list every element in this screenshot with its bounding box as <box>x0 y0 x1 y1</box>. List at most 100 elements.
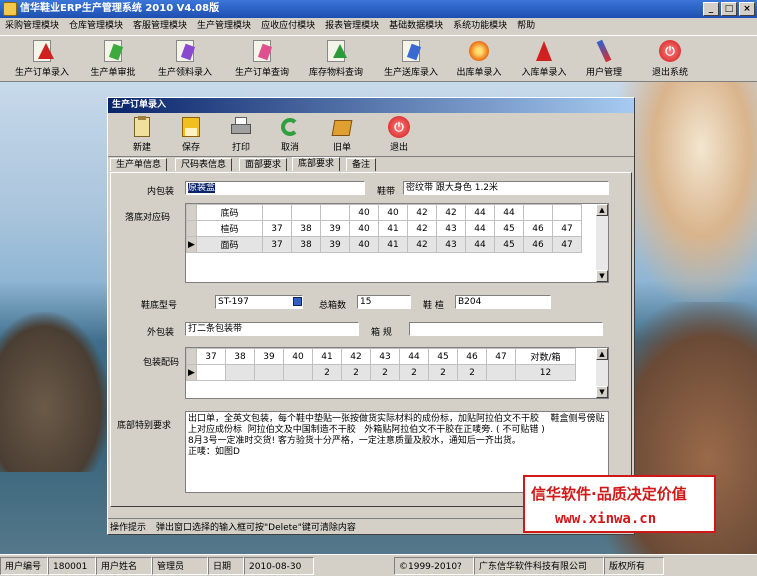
shoelace-field[interactable]: 密纹带 跟大身色 1.2米 <box>403 181 609 195</box>
grid-cell[interactable]: 42 <box>407 236 437 253</box>
document-green-arrow-icon <box>324 39 348 63</box>
close-button[interactable]: × <box>739 2 755 16</box>
grid-cell[interactable]: 2 <box>457 364 487 381</box>
lookup-icon[interactable] <box>293 297 302 306</box>
menu-production[interactable]: 生产管理模块 <box>192 18 256 35</box>
grid-cell[interactable] <box>320 204 350 221</box>
grid-cell[interactable]: 39 <box>320 236 350 253</box>
grid-cell[interactable]: 40 <box>378 204 408 221</box>
grid-cell[interactable]: 44 <box>465 236 495 253</box>
box-spec-field[interactable] <box>409 322 603 336</box>
menu-warehouse[interactable]: 仓库管理模块 <box>64 18 128 35</box>
grid-cell[interactable] <box>523 204 553 221</box>
total-boxes-field[interactable]: 15 <box>357 295 411 309</box>
toolbar-order-query-button[interactable]: 生产订单查询 <box>226 37 298 81</box>
grid-cell[interactable]: 12 <box>515 364 576 381</box>
grid-cell[interactable]: 2 <box>399 364 429 381</box>
user-no-value: 180001 <box>48 557 96 575</box>
grid-cell[interactable]: 40 <box>349 236 379 253</box>
scroll-up-icon[interactable]: ▲ <box>596 204 608 216</box>
menu-system[interactable]: 系统功能模块 <box>448 18 512 35</box>
grid-cell[interactable]: 44 <box>465 220 495 237</box>
grid-cell[interactable]: 44 <box>494 204 524 221</box>
toolbar-stock-query-button[interactable]: 库存物料查询 <box>300 37 372 81</box>
size-grid-scrollbar[interactable]: ▲ ▼ <box>596 204 608 282</box>
app-title: 信华鞋业ERP生产管理系统 2010 V4.08版 <box>20 3 220 14</box>
save-button[interactable]: 保存 <box>169 115 213 155</box>
pack-grid-scrollbar[interactable]: ▲ ▼ <box>596 348 608 398</box>
grid-cell[interactable]: 41 <box>378 236 408 253</box>
tab-size-info[interactable]: 尺码表信息 <box>175 158 233 171</box>
toolbar-approval-button[interactable]: 生产单审批 <box>82 37 144 81</box>
scroll-down-icon[interactable]: ▼ <box>596 270 608 282</box>
grid-cell[interactable]: 38 <box>291 220 321 237</box>
grid-cell[interactable]: 42 <box>407 204 437 221</box>
toolbar-delivery-entry-button[interactable]: 生产送库录入 <box>376 37 446 81</box>
toolbar-user-manage-button[interactable]: 用户管理 <box>580 37 628 81</box>
new-button[interactable]: 新建 <box>120 115 164 155</box>
menu-payables[interactable]: 应收应付模块 <box>256 18 320 35</box>
grid-cell[interactable]: 42 <box>436 204 466 221</box>
scroll-up-icon[interactable]: ▲ <box>596 348 608 360</box>
toolbar-material-button[interactable]: 生产领料录入 <box>150 37 220 81</box>
grid-cell[interactable]: 43 <box>436 236 466 253</box>
grid-cell[interactable] <box>552 204 582 221</box>
grid-cell[interactable]: 37 <box>262 220 292 237</box>
grid-cell[interactable]: 44 <box>465 204 495 221</box>
grid-cell[interactable]: 45 <box>494 236 524 253</box>
old-order-button[interactable]: 旧单 <box>320 115 364 155</box>
print-button[interactable]: 打印 <box>219 115 263 155</box>
grid-cell[interactable]: 2 <box>312 364 342 381</box>
grid-cell[interactable]: 2 <box>341 364 371 381</box>
grid-cell[interactable]: 2 <box>428 364 458 381</box>
app-title-bar: 信华鞋业ERP生产管理系统 2010 V4.08版 _ □ × <box>0 0 757 18</box>
menu-basedata[interactable]: 基础数据模块 <box>384 18 448 35</box>
grid-cell[interactable]: 43 <box>436 220 466 237</box>
menu-reports[interactable]: 报表管理模块 <box>320 18 384 35</box>
toolbar-outbound-button[interactable]: 出库单录入 <box>450 37 508 81</box>
minimize-button[interactable]: _ <box>703 2 719 16</box>
grid-cell[interactable] <box>225 364 255 381</box>
cancel-button[interactable]: 取消 <box>268 115 312 155</box>
last-field[interactable]: B204 <box>455 295 551 309</box>
grid-cell[interactable]: 37 <box>262 236 292 253</box>
grid-cell[interactable]: 46 <box>523 236 553 253</box>
tab-upper-req[interactable]: 面部要求 <box>239 158 288 171</box>
exit-button[interactable]: ⏻ 退出 <box>377 115 421 155</box>
toolbar-order-entry-button[interactable]: 生产订单录入 <box>6 37 78 81</box>
pack-grid: 37 38 39 40 41 42 43 44 45 46 47 对数/箱 ▶ <box>185 347 609 399</box>
menu-purchase[interactable]: 采购管理模块 <box>0 18 64 35</box>
grid-cell[interactable]: 2 <box>370 364 400 381</box>
grid-cell[interactable]: 41 <box>378 220 408 237</box>
toolbar-inbound-button[interactable]: 入库单录入 <box>514 37 574 81</box>
grid-cell[interactable] <box>283 364 313 381</box>
company-name: 广东信华软件科技有限公司 <box>474 557 604 575</box>
sole-model-field[interactable]: ST-197 <box>215 295 303 309</box>
grid-cell[interactable]: 40 <box>349 204 379 221</box>
undo-icon <box>279 116 301 138</box>
user-no-label: 用户编号 <box>0 557 48 575</box>
grid-cell[interactable]: 47 <box>552 236 582 253</box>
grid-cell[interactable] <box>196 364 226 381</box>
tab-bottom-req[interactable]: 底部要求 <box>292 157 341 171</box>
grid-cell[interactable] <box>486 364 516 381</box>
menu-help[interactable]: 帮助 <box>512 18 540 35</box>
outer-pack-field[interactable]: 打二条包装带 <box>185 322 359 336</box>
tab-order-info[interactable]: 生产单信息 <box>110 158 168 171</box>
grid-cell[interactable]: 47 <box>552 220 582 237</box>
menu-customer[interactable]: 客服管理模块 <box>128 18 192 35</box>
grid-cell[interactable] <box>291 204 321 221</box>
grid-cell[interactable]: 39 <box>320 220 350 237</box>
inner-pack-field[interactable]: 原装盒 <box>185 181 365 195</box>
grid-cell[interactable]: 40 <box>349 220 379 237</box>
grid-cell[interactable]: 38 <box>291 236 321 253</box>
grid-cell[interactable]: 46 <box>523 220 553 237</box>
maximize-button[interactable]: □ <box>721 2 737 16</box>
toolbar-exit-button[interactable]: ⏻ 退出系统 <box>644 37 696 81</box>
tab-remarks[interactable]: 备注 <box>346 158 377 171</box>
grid-cell[interactable]: 42 <box>407 220 437 237</box>
grid-cell[interactable]: 45 <box>494 220 524 237</box>
grid-cell[interactable] <box>262 204 292 221</box>
grid-cell[interactable] <box>254 364 284 381</box>
scroll-down-icon[interactable]: ▼ <box>596 386 608 398</box>
